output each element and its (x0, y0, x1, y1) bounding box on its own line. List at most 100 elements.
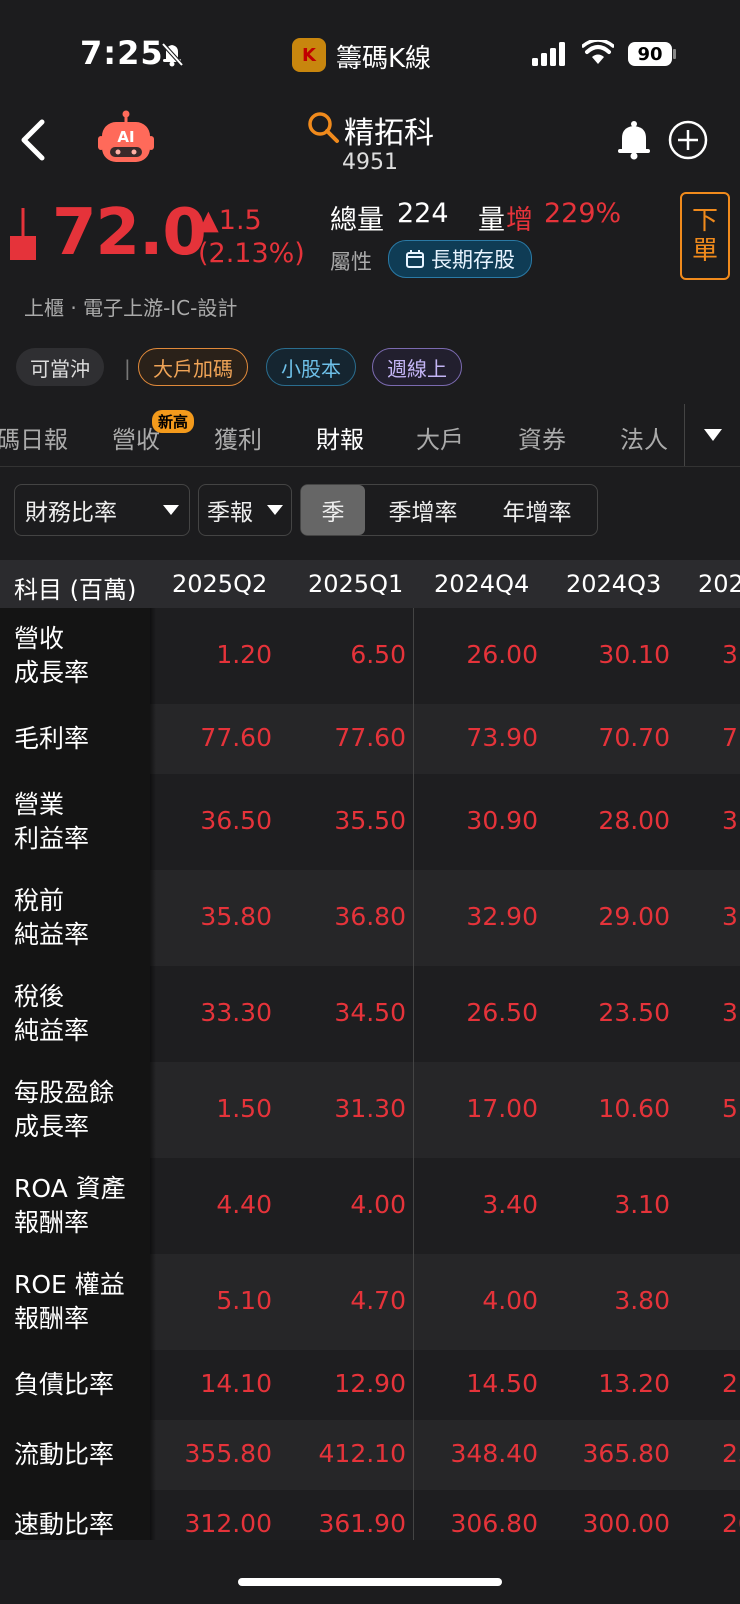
order-label-2: 單 (691, 236, 718, 266)
table-cell: 5 (722, 1094, 738, 1123)
table-cell: 26.00 (466, 640, 538, 669)
table-cell: 1.50 (216, 1094, 272, 1123)
column-header[interactable]: 2024Q3 (566, 570, 661, 598)
app-logo: K (292, 38, 326, 72)
search-icon[interactable] (306, 110, 340, 144)
tag-big-holder-add[interactable]: 大戶加碼 (138, 348, 248, 386)
table-cell: 355.80 (184, 1439, 272, 1468)
row-label: 營業 利益率 (0, 774, 150, 870)
table-cell: 23 (722, 1439, 740, 1468)
attribute-badge[interactable]: 長期存股 (388, 240, 532, 278)
volume-value: 224 (397, 198, 449, 229)
segment-quarter[interactable]: 季 (301, 485, 365, 535)
column-header[interactable]: 2025Q2 (172, 570, 267, 598)
tag-small-cap[interactable]: 小股本 (266, 348, 356, 386)
table-row[interactable]: ROE 權益 報酬率 5.10 4.70 4.00 3.80 (0, 1254, 740, 1350)
table-cell: 6.50 (350, 640, 406, 669)
table-row[interactable]: 營業 利益率 36.50 35.50 30.90 28.00 3 (0, 774, 740, 870)
table-row[interactable]: 流動比率 355.80 412.10 348.40 365.80 23 (0, 1420, 740, 1490)
table-cell: 348.40 (450, 1439, 538, 1468)
table-cell: 13.20 (598, 1369, 670, 1398)
table-cell: 34.50 (334, 998, 406, 1027)
table-row[interactable]: ROA 資產 報酬率 4.40 4.00 3.40 3.10 (0, 1158, 740, 1254)
row-label: ROA 資產 報酬率 (0, 1158, 150, 1254)
order-button[interactable]: 下 單 (680, 192, 730, 280)
tab-more-button[interactable] (684, 404, 740, 466)
tag-weekly-up[interactable]: 週線上 (372, 348, 462, 386)
tab-profit[interactable]: 獲利 (214, 420, 262, 455)
table-cell: 28.00 (598, 806, 670, 835)
table-cell: 29.00 (598, 902, 670, 931)
add-icon[interactable] (668, 120, 708, 160)
table-cell: 412.10 (318, 1439, 406, 1468)
row-label-line: 稅後 (14, 982, 65, 1011)
row-label-line: 利益率 (14, 824, 90, 853)
table-cell: 30.90 (466, 806, 538, 835)
segment-yoy[interactable]: 年增率 (481, 485, 593, 535)
table-cell: 4.00 (350, 1190, 406, 1219)
tag-day-trade[interactable]: 可當沖 (16, 348, 104, 386)
stock-name[interactable]: 精拓科 (344, 108, 434, 152)
column-header[interactable]: 2025Q1 (308, 570, 403, 598)
new-high-badge: 新高 (152, 410, 195, 433)
table-cell: 32.90 (466, 902, 538, 931)
table-cell: 23.50 (598, 998, 670, 1027)
row-label-line: 純益率 (14, 920, 90, 949)
table-cell: 2 (722, 1369, 738, 1398)
status-time: 7:25 (80, 34, 164, 72)
category-dropdown-value: 財務比率 (25, 500, 117, 526)
row-label-line: ROE 權益 (14, 1270, 125, 1299)
row-label-line: 流動比率 (14, 1440, 115, 1469)
bell-icon[interactable] (616, 120, 652, 160)
cellular-signal-icon (532, 42, 565, 66)
table-row[interactable]: 每股盈餘 成長率 1.50 31.30 17.00 10.60 5 (0, 1062, 740, 1158)
metric-segmented-control: 季 季增率 年增率 (300, 484, 598, 536)
volume-ratio-value: 229% (544, 198, 622, 229)
ai-robot-icon[interactable]: AI (96, 110, 156, 168)
volume-label: 總量 (330, 205, 384, 236)
row-label-line: 稅前 (14, 886, 65, 915)
table-cell: 73.90 (466, 723, 538, 752)
tag-separator: | (124, 356, 131, 380)
row-label: ROE 權益 報酬率 (0, 1254, 150, 1350)
column-header[interactable]: 2024Q4 (434, 570, 529, 598)
table-row[interactable]: 毛利率 77.60 77.60 73.90 70.70 7 (0, 704, 740, 774)
tab-financials[interactable]: 財報 (316, 420, 364, 455)
wifi-icon (582, 40, 614, 64)
table-cell: 4.70 (350, 1286, 406, 1315)
row-label: 稅前 純益率 (0, 870, 150, 966)
row-label: 速動比率 (0, 1490, 150, 1540)
price-change-percent: (2.13%) (198, 238, 305, 269)
table-row[interactable]: 稅前 純益率 35.80 36.80 32.90 29.00 3 (0, 870, 740, 966)
row-label: 毛利率 (0, 704, 150, 774)
financial-ratio-table: 科目 (百萬) 2025Q2 2025Q1 2024Q4 2024Q3 202 … (0, 560, 740, 1540)
segment-qoq[interactable]: 季增率 (365, 485, 481, 535)
stock-code: 4951 (342, 150, 398, 175)
table-cell: 77.60 (334, 723, 406, 752)
stock-price: 72.0 (52, 196, 207, 270)
column-divider (413, 608, 414, 1540)
table-cell: 312.00 (184, 1509, 272, 1538)
tab-daily-report[interactable]: 碼日報 (0, 420, 68, 455)
table-cell: 300.00 (582, 1509, 670, 1538)
period-dropdown[interactable]: 季報 (198, 484, 292, 536)
table-cell: 3 (722, 806, 738, 835)
calendar-icon (406, 250, 424, 268)
table-cell: 12.90 (334, 1369, 406, 1398)
tab-margin[interactable]: 資券 (518, 420, 566, 455)
row-label-line: 純益率 (14, 1016, 90, 1045)
tab-big-holders[interactable]: 大戶 (416, 420, 464, 455)
row-label-line: 成長率 (14, 1112, 90, 1141)
table-cell: 3.80 (614, 1286, 670, 1315)
table-row[interactable]: 稅後 純益率 33.30 34.50 26.50 23.50 3 (0, 966, 740, 1062)
table-row[interactable]: 速動比率 312.00 361.90 306.80 300.00 20 (0, 1490, 740, 1540)
category-dropdown[interactable]: 財務比率 (14, 484, 190, 536)
table-row[interactable]: 營收 成長率 1.20 6.50 26.00 30.10 3 (0, 608, 740, 704)
back-arrow-icon[interactable] (16, 118, 48, 162)
column-header[interactable]: 202 (698, 570, 740, 598)
table-row[interactable]: 負債比率 14.10 12.90 14.50 13.20 2 (0, 1350, 740, 1420)
volume-ratio-label: 量 (478, 205, 505, 236)
table-cell: 35.50 (334, 806, 406, 835)
caret-down-icon (267, 505, 283, 515)
tab-institutional[interactable]: 法人 (620, 420, 668, 455)
